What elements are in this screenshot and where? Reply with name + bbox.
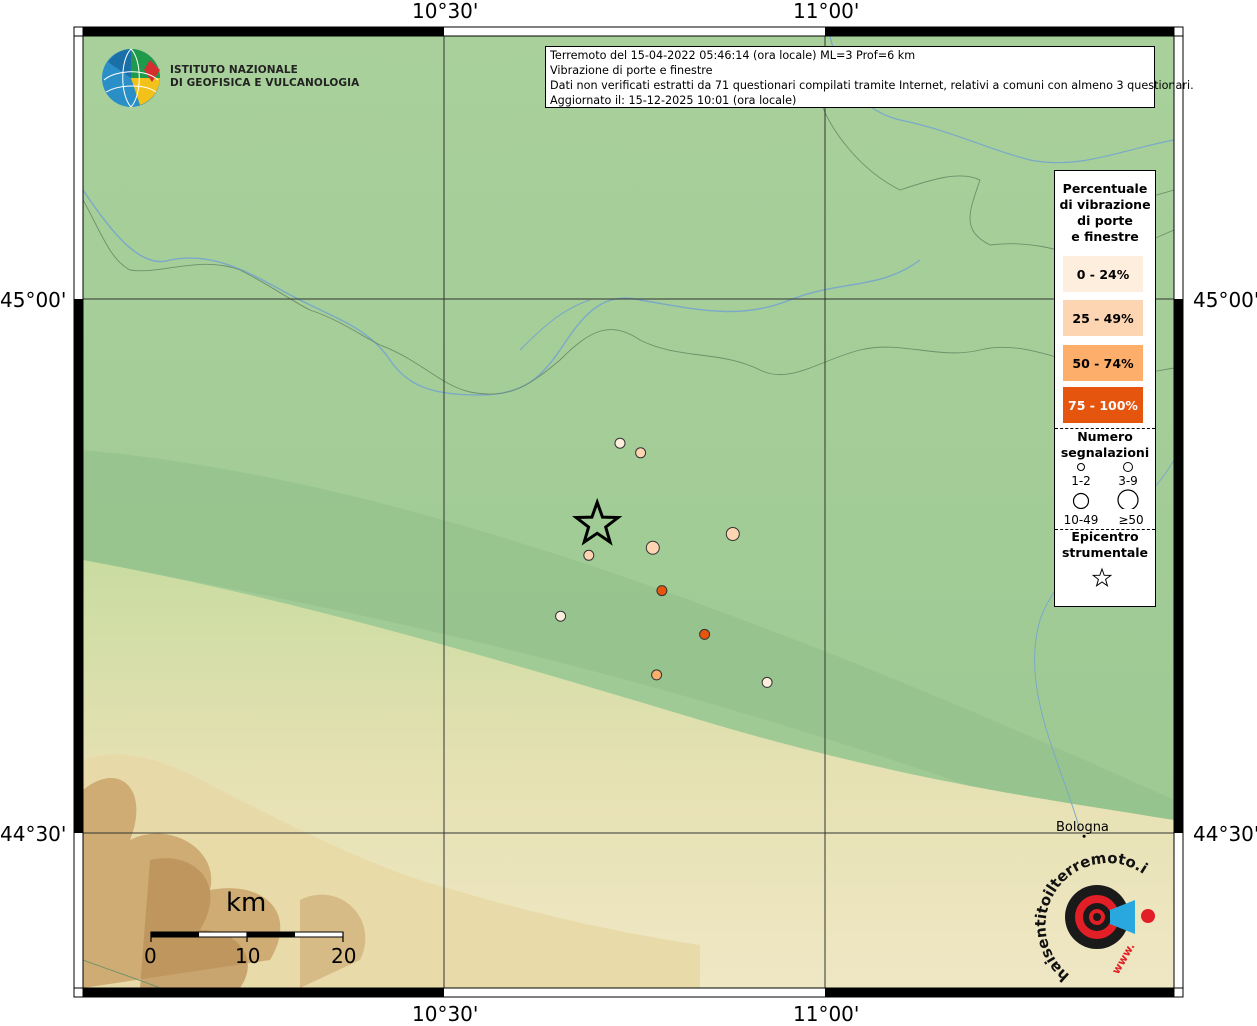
count-class-2: 10-49: [1063, 513, 1099, 527]
badge-label: haisentitoilterremoto.it: [1030, 850, 1151, 986]
legend-title-3: di porte: [1077, 213, 1133, 228]
left-lat-label-2: 44°30': [0, 822, 67, 846]
top-lon-label-1: 10°30': [412, 0, 479, 23]
observation-marker: [699, 628, 711, 640]
observation-marker: [761, 676, 773, 688]
observation-marker: [651, 669, 663, 681]
bottom-lon-label-1: 10°30': [412, 1002, 479, 1026]
right-lat-label-1: 45°00': [1193, 288, 1257, 312]
right-lat-label-2: 44°30': [1193, 822, 1257, 846]
observation-marker: [555, 610, 567, 622]
legend-class-2: 50 - 74%: [1063, 345, 1143, 381]
observation-marker: [656, 585, 668, 597]
badge-prefix: www.: [1109, 941, 1137, 977]
count-class-1: 3-9: [1118, 474, 1138, 488]
relief-layer: [83, 36, 1174, 988]
institute-name: ISTITUTO NAZIONALE DI GEOFISICA E VULCAN…: [170, 64, 359, 90]
count-title-1: Numero: [1077, 429, 1133, 444]
scale-label-1: 10: [235, 944, 261, 968]
legend-class-3: 75 - 100%: [1063, 387, 1143, 423]
left-lat-label-1: 45°00': [0, 288, 67, 312]
svg-text:haisentitoilterremoto.it: haisentitoilterremoto.it: [1030, 850, 1151, 986]
observation-marker: [583, 549, 595, 561]
badge-text: haisentitoilterremoto.it www.: [1030, 850, 1151, 986]
bottom-lon-label-2: 11°00': [793, 1002, 860, 1026]
city-label: Bologna: [1056, 820, 1109, 835]
observation-marker: [614, 437, 626, 449]
event-info-box: Terremoto del 15-04-2022 05:46:14 (ora l…: [545, 46, 1194, 108]
data-note-line: Dati non verificati estratti da 71 quest…: [550, 79, 1194, 92]
city-dot: [1082, 834, 1086, 838]
legend: Percentuale di vibrazione di porte e fin…: [1054, 170, 1156, 607]
scale-label-0: 0: [144, 944, 157, 968]
institute-line-2: DI GEOFISICA E VULCANOLOGIA: [170, 77, 360, 89]
count-class-3: ≥50: [1118, 513, 1144, 527]
institute-line-1: ISTITUTO NAZIONALE: [170, 64, 298, 76]
legend-title-4: e finestre: [1071, 229, 1139, 244]
epicenter-title-1: Epicentro: [1071, 529, 1139, 544]
observation-marker: [725, 527, 740, 541]
top-lon-label-2: 11°00': [793, 0, 860, 23]
star-icon: [1091, 567, 1113, 588]
observation-marker: [645, 540, 660, 555]
count-class-0: 1-2: [1071, 474, 1091, 488]
updated-line: Aggiornato il: 15-12-2025 10:01 (ora loc…: [550, 94, 797, 107]
observation-marker: [635, 447, 647, 459]
scale-title: km: [226, 888, 267, 918]
legend-title-2: di vibrazione: [1059, 197, 1151, 212]
ingv-logo: [102, 48, 160, 108]
scale-label-2: 20: [331, 944, 357, 968]
event-line: Terremoto del 15-04-2022 05:46:14 (ora l…: [550, 49, 916, 62]
effect-line: Vibrazione di porte e finestre: [550, 64, 713, 77]
legend-title-1: Percentuale: [1062, 181, 1148, 196]
legend-class-0: 0 - 24%: [1063, 256, 1143, 292]
legend-class-1: 25 - 49%: [1063, 300, 1143, 336]
epicenter-title-2: strumentale: [1061, 545, 1149, 560]
